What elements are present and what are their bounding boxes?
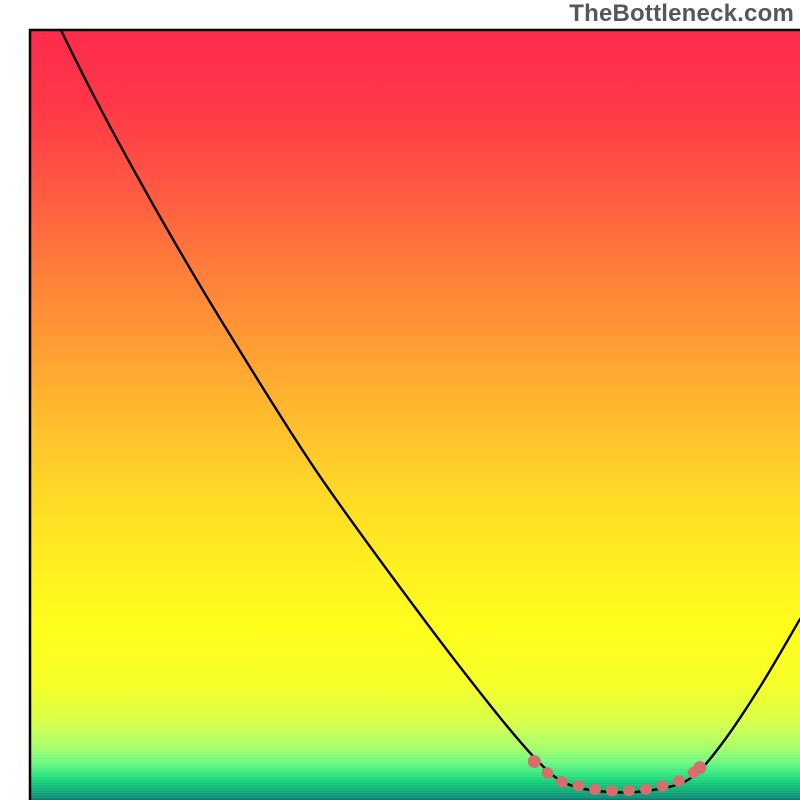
chart-frame: TheBottleneck.com bbox=[0, 0, 800, 800]
watermark-label: TheBottleneck.com bbox=[569, 0, 794, 28]
gradient-background bbox=[30, 30, 800, 800]
bottleneck-chart bbox=[0, 0, 800, 800]
